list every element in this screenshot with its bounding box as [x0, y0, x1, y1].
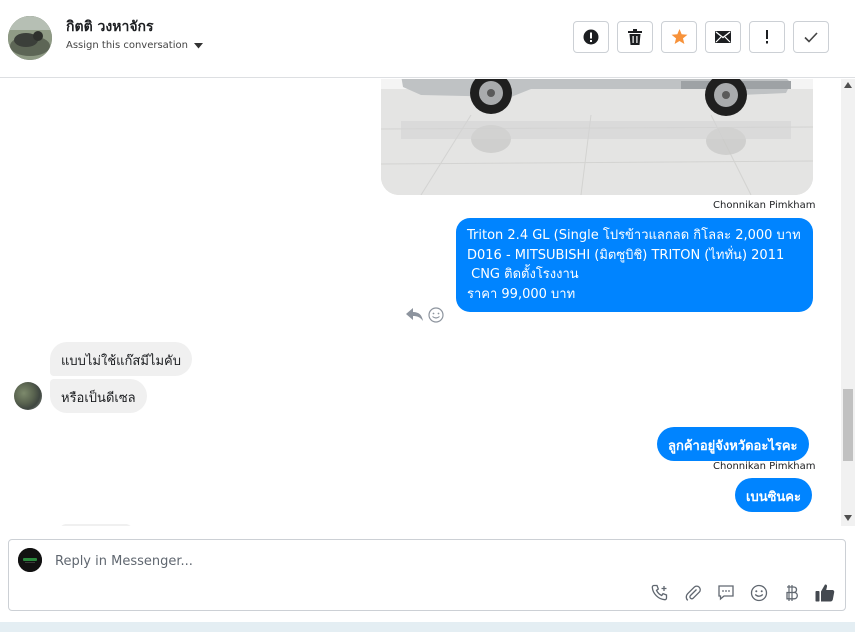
exclamation-icon [766, 30, 768, 44]
react-smiley-icon[interactable] [428, 307, 444, 323]
message-sender-label: Chonnikan Pimkham [713, 461, 816, 472]
conversation-toolbar [573, 21, 829, 53]
star-button[interactable] [661, 21, 697, 53]
footer-strip [0, 622, 855, 632]
phone-plus-icon [651, 584, 667, 600]
message-line: CNG ติดตั้งโรงงาน [467, 267, 579, 282]
emoji-button[interactable] [748, 582, 769, 603]
incoming-message[interactable]: แบบไม่ใช้แก๊สมีไมคับ [50, 342, 192, 376]
message-line: Triton 2.4 GL (Single โปรข้าวแลกลด กิโลล… [467, 228, 801, 243]
delete-button[interactable] [617, 21, 653, 53]
incoming-message-partial [60, 524, 132, 526]
trash-icon [628, 29, 642, 45]
check-icon [804, 31, 818, 43]
saved-replies-button[interactable] [715, 582, 736, 603]
page-avatar [18, 548, 42, 572]
message-sender-label: Chonnikan Pimkham [713, 200, 816, 211]
message-line: D016 - MITSUBISHI (มิตซูบิชิ) TRITON (ไท… [467, 247, 785, 263]
outgoing-message[interactable]: เบนซินคะ [735, 478, 812, 512]
thread-scrollbar[interactable] [841, 79, 855, 526]
caret-down-icon [193, 42, 203, 48]
baht-icon [785, 584, 798, 601]
conversation-header: กิตติ วงหาจักร Assign this conversation [0, 0, 855, 78]
message-line: ราคา 99,000 บาท [467, 286, 576, 302]
important-button[interactable] [749, 21, 785, 53]
incoming-message[interactable]: หรือเป็นดีเซล [50, 379, 147, 413]
contact-photo [8, 16, 52, 60]
call-button[interactable] [649, 582, 670, 603]
paperclip-icon [685, 585, 701, 601]
message-actions [406, 307, 444, 323]
contact-name[interactable]: กิตติ วงหาจักร [66, 16, 154, 38]
scrollbar-thumb[interactable] [843, 389, 853, 461]
scroll-up-arrow-icon[interactable] [844, 82, 852, 88]
reply-composer [8, 539, 846, 611]
attach-button[interactable] [682, 582, 703, 603]
message-thread: Chonnikan Pimkham Triton 2.4 GL (Single … [0, 79, 855, 526]
smiley-icon [750, 584, 767, 601]
thumbs-up-icon [815, 584, 834, 602]
star-icon [671, 29, 687, 45]
alert-circle-icon [583, 29, 599, 45]
car-photo [381, 79, 813, 195]
outgoing-message-car-details[interactable]: Triton 2.4 GL (Single โปรข้าวแลกลด กิโลล… [456, 218, 813, 312]
outgoing-message[interactable]: ลูกค้าอยู่จังหวัดอะไรคะ [657, 427, 809, 461]
reply-input[interactable] [53, 550, 657, 572]
assign-label: Assign this conversation [66, 40, 188, 51]
spam-button[interactable] [573, 21, 609, 53]
reply-icon[interactable] [406, 308, 424, 322]
contact-avatar[interactable] [8, 16, 52, 60]
payment-button[interactable] [781, 582, 802, 603]
send-like-button[interactable] [814, 582, 835, 603]
scroll-down-arrow-icon[interactable] [844, 515, 852, 521]
chat-bubble-icon [717, 584, 734, 600]
contact-avatar-small [14, 382, 42, 410]
assign-conversation-dropdown[interactable]: Assign this conversation [66, 40, 203, 51]
mark-unread-button[interactable] [705, 21, 741, 53]
composer-toolbar [649, 582, 835, 603]
car-photo-attachment[interactable] [381, 79, 813, 195]
page-logo [18, 548, 42, 572]
envelope-icon [715, 31, 731, 43]
mark-done-button[interactable] [793, 21, 829, 53]
